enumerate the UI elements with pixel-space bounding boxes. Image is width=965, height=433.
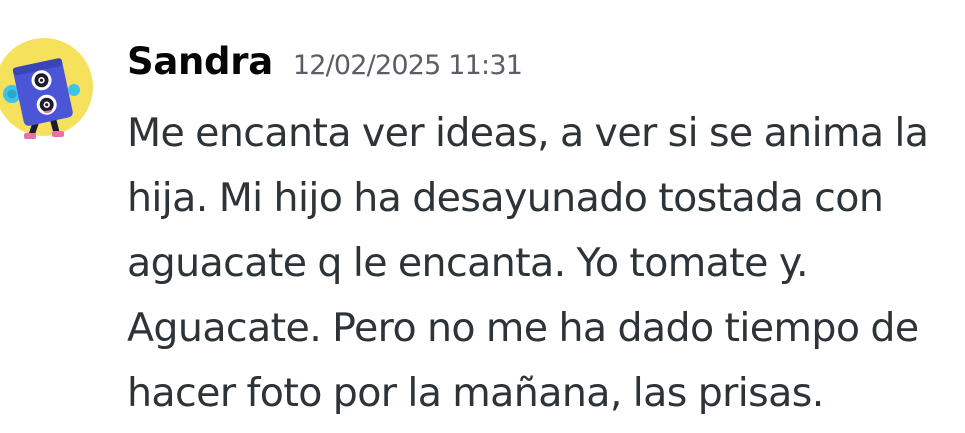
robot-avatar-icon [0,38,93,139]
username[interactable]: Sandra [127,40,273,83]
message-content: Me encanta ver ideas, a ver si se anima … [127,110,929,416]
timestamp[interactable]: 12/02/2025 11:31 [293,50,523,81]
chat-message: Sandra 12/02/2025 11:31 Me encanta ver id… [0,0,965,433]
message-header: Sandra 12/02/2025 11:31 [127,40,523,92]
avatar[interactable] [0,32,94,142]
